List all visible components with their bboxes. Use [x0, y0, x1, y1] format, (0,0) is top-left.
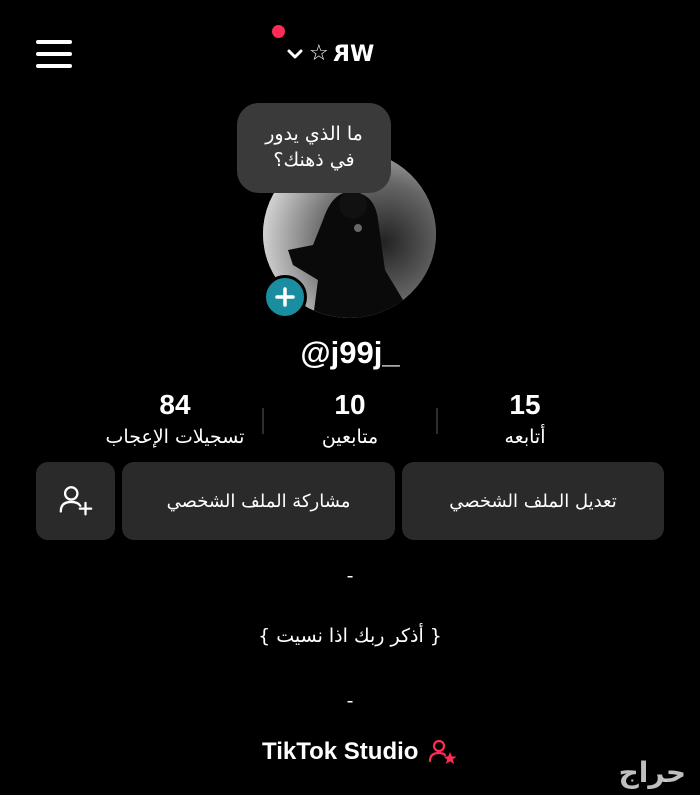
person-add-icon	[59, 486, 92, 516]
stats-row: 84 تسجيلات الإعجاب 10 متابعين 15 أتابعه	[0, 388, 700, 458]
add-story-button[interactable]	[263, 275, 307, 319]
menu-icon-bar	[36, 52, 72, 56]
profile-handle: @j99j_	[300, 335, 400, 370]
stat-following[interactable]: 15 أتابعه	[430, 388, 620, 452]
stat-followers[interactable]: 10 متابعين	[280, 388, 420, 452]
notification-dot	[272, 25, 285, 38]
followers-label: متابعين	[321, 426, 379, 448]
menu-button[interactable]	[36, 40, 72, 68]
chevron-down-icon	[287, 49, 303, 59]
studio-label: TikTok Studio	[262, 738, 419, 765]
account-switcher[interactable]: ☆ WR	[285, 38, 395, 70]
bio-line: -	[346, 690, 354, 712]
followers-count: 10	[334, 389, 366, 420]
bio-line: { أذكر ربك اذا نسيت }	[258, 625, 442, 647]
stat-divider	[262, 408, 264, 434]
add-friend-button[interactable]	[36, 462, 115, 540]
profile-note-bubble[interactable]: ما الذي يدور في ذهنك؟	[237, 103, 391, 193]
watermark-logo: حراج	[618, 756, 686, 789]
note-line-2: في ذهنك؟	[273, 149, 355, 171]
note-line-1: ما الذي يدور	[265, 123, 363, 146]
stat-likes[interactable]: 84 تسجيلات الإعجاب	[75, 388, 275, 452]
edit-profile-button[interactable]: تعديل الملف الشخصي	[402, 462, 664, 540]
menu-icon-bar	[36, 64, 72, 68]
following-count: 15	[509, 389, 541, 420]
bio-line: -	[346, 565, 354, 587]
likes-label: تسجيلات الإعجاب	[105, 426, 245, 448]
menu-icon-bar	[36, 40, 72, 44]
studio-user-star-icon	[429, 739, 457, 764]
tiktok-studio-link[interactable]: TikTok Studio	[262, 735, 458, 769]
following-label: أتابعه	[504, 426, 546, 448]
star-icon: ☆	[309, 41, 329, 66]
account-name: WR	[332, 41, 374, 67]
plus-icon	[275, 287, 295, 307]
likes-count: 84	[159, 389, 191, 420]
share-profile-button[interactable]: مشاركة الملف الشخصي	[122, 462, 395, 540]
